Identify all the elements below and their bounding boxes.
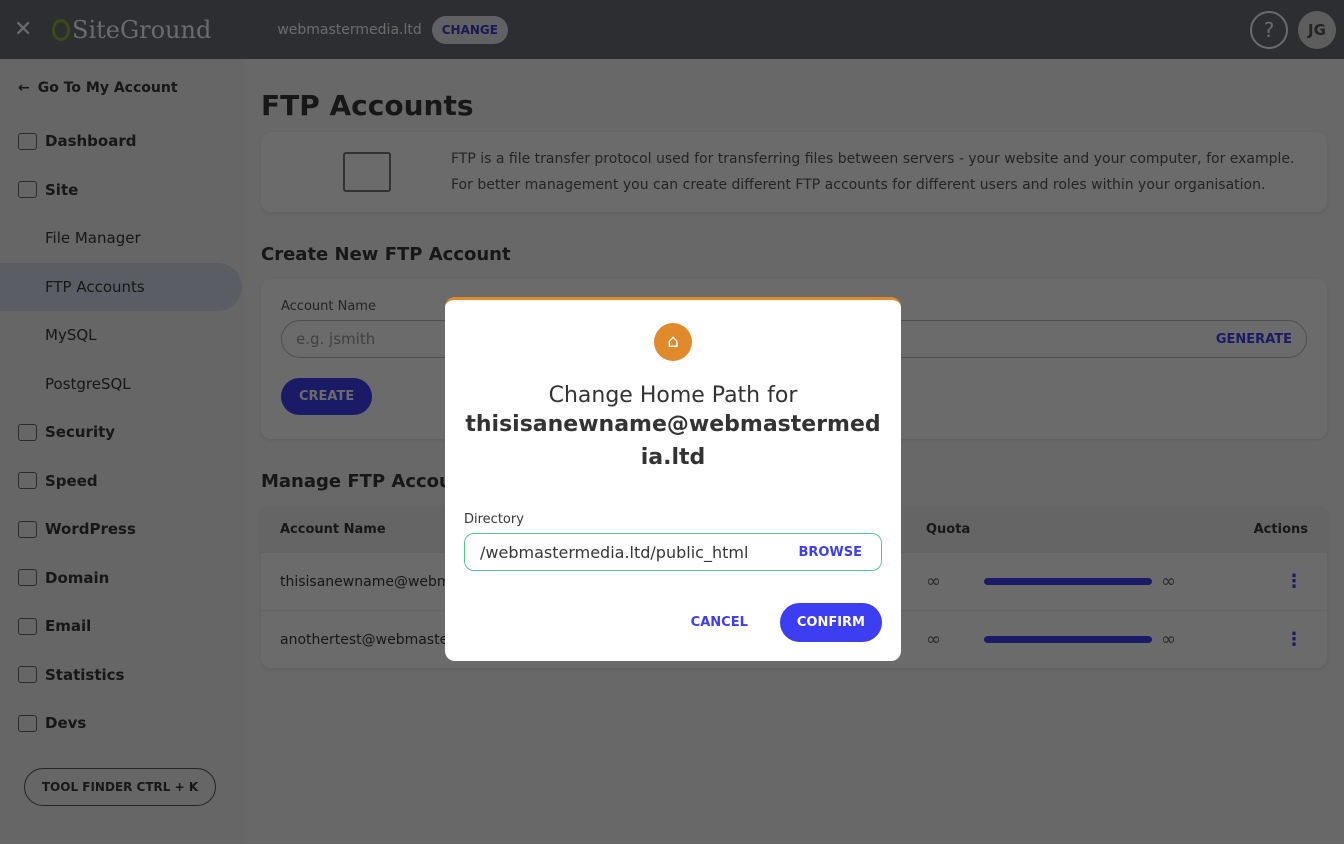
- back-label: Go To My Account: [37, 80, 178, 96]
- page-title: FTP Accounts: [261, 89, 474, 122]
- wordpress-icon: [18, 520, 37, 538]
- top-bar: ✕ SiteGround webmastermedia.ltd CHANGE ?…: [0, 0, 1344, 59]
- dialog-title: Change Home Path for: [548, 383, 798, 408]
- home-icon: ⌂: [654, 323, 692, 361]
- sidebar-item-domain[interactable]: Domain: [0, 554, 244, 603]
- sidebar-item-label: Security: [45, 423, 116, 442]
- sidebar-item-label: Statistics: [45, 665, 125, 684]
- sidebar: ← Go To My Account Dashboard Site File Mana…: [0, 59, 244, 844]
- dialog-account: thisisanewname@webmastermedia.ltd: [465, 412, 881, 470]
- siteground-logo: SiteGround: [52, 16, 211, 44]
- directory-input[interactable]: /webmastermedia.ltd/public_html BROWSE: [464, 533, 882, 571]
- sidebar-item-label: Email: [45, 617, 92, 636]
- quota-bar: [984, 636, 1152, 643]
- folder-network-icon: [343, 152, 391, 192]
- devs-icon: [18, 714, 37, 732]
- sidebar-item-devs[interactable]: Devs: [0, 699, 244, 748]
- arrow-left-icon: ←: [18, 80, 30, 96]
- dashboard-icon: [18, 132, 37, 150]
- col-actions: Actions: [1253, 521, 1308, 537]
- go-to-my-account-link[interactable]: ← Go To My Account: [0, 59, 244, 117]
- confirm-button[interactable]: CONFIRM: [779, 603, 882, 642]
- directory-label: Directory: [464, 512, 524, 527]
- tool-finder-button[interactable]: TOOL FINDER CTRL + K: [24, 768, 216, 806]
- sidebar-item-file-manager[interactable]: File Manager: [0, 214, 244, 263]
- statistics-icon: [18, 666, 37, 684]
- domain-icon: [18, 569, 37, 587]
- sidebar-item-dashboard[interactable]: Dashboard: [0, 117, 244, 166]
- sidebar-item-label: FTP Accounts: [45, 277, 145, 296]
- close-icon[interactable]: ✕: [14, 17, 38, 42]
- intro-card: FTP is a file transfer protocol used for…: [261, 132, 1327, 212]
- sidebar-item-label: Domain: [45, 568, 110, 587]
- col-account-name: Account Name: [280, 521, 386, 537]
- change-home-path-dialog: ⌂ Change Home Path for thisisanewname@we…: [445, 297, 901, 661]
- sidebar-item-mysql[interactable]: MySQL: [0, 311, 244, 360]
- sidebar-item-label: File Manager: [45, 229, 141, 248]
- quota-limit: ∞: [1161, 571, 1176, 592]
- sidebar-item-label: Speed: [45, 471, 98, 490]
- sidebar-item-security[interactable]: Security: [0, 408, 244, 457]
- email-icon: [18, 617, 37, 635]
- sidebar-item-label: PostgreSQL: [45, 374, 131, 393]
- change-site-button[interactable]: CHANGE: [431, 15, 508, 44]
- site-name: webmastermedia.ltd: [277, 21, 422, 38]
- sidebar-item-statistics[interactable]: Statistics: [0, 651, 244, 700]
- sidebar-item-label: Devs: [45, 714, 87, 733]
- browse-button[interactable]: BROWSE: [798, 545, 862, 560]
- directory-value: /webmastermedia.ltd/public_html: [480, 542, 749, 562]
- help-icon[interactable]: ?: [1250, 11, 1288, 49]
- sidebar-item-label: WordPress: [45, 520, 136, 539]
- sidebar-item-label: Dashboard: [45, 132, 137, 151]
- speed-icon: [18, 472, 37, 490]
- more-actions-icon[interactable]: ⋮: [1285, 571, 1303, 592]
- sidebar-item-email[interactable]: Email: [0, 602, 244, 651]
- account-name: anothertest@webmaste: [280, 631, 449, 648]
- sidebar-item-label: MySQL: [45, 326, 97, 345]
- sidebar-item-site[interactable]: Site: [0, 166, 244, 215]
- col-quota: Quota: [926, 521, 971, 537]
- intro-text: FTP is a file transfer protocol used for…: [451, 151, 1295, 193]
- logo-text: SiteGround: [72, 15, 212, 44]
- sidebar-item-speed[interactable]: Speed: [0, 457, 244, 506]
- create-heading: Create New FTP Account: [261, 244, 511, 265]
- generate-button[interactable]: GENERATE: [1216, 332, 1292, 347]
- quota-bar: [984, 578, 1152, 585]
- sidebar-item-ftp-accounts[interactable]: FTP Accounts: [0, 262, 242, 311]
- cancel-button[interactable]: CANCEL: [691, 615, 748, 630]
- quota-used: ∞: [926, 629, 941, 650]
- more-actions-icon[interactable]: ⋮: [1285, 629, 1303, 650]
- account-name: thisisanewname@webm: [280, 573, 451, 590]
- quota-limit: ∞: [1161, 629, 1176, 650]
- sidebar-item-label: Site: [45, 180, 79, 199]
- site-icon: [18, 181, 37, 199]
- sidebar-item-postgresql[interactable]: PostgreSQL: [0, 360, 244, 409]
- security-icon: [18, 423, 37, 441]
- quota-used: ∞: [926, 571, 941, 592]
- sidebar-item-wordpress[interactable]: WordPress: [0, 505, 244, 554]
- avatar[interactable]: JG: [1298, 11, 1336, 49]
- create-button[interactable]: CREATE: [281, 378, 373, 415]
